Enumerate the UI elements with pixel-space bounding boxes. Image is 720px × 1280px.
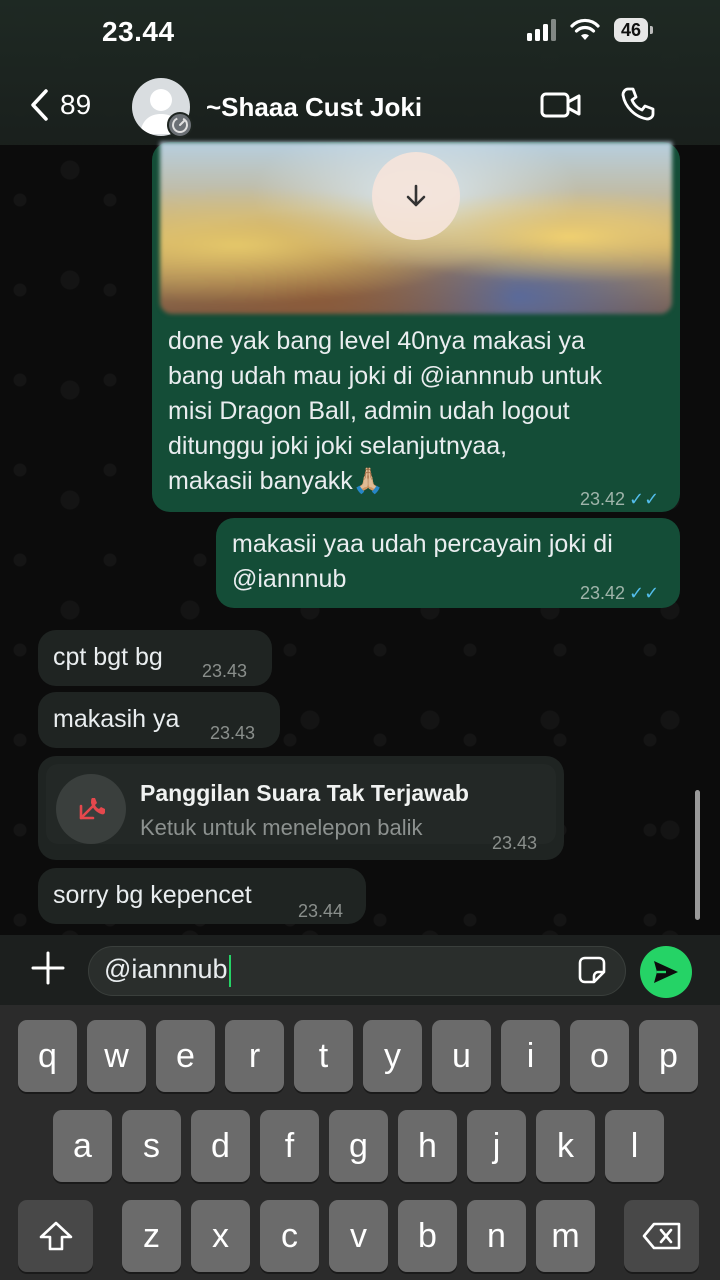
download-button[interactable] (372, 152, 460, 240)
message-bubble-incoming[interactable]: cpt bgt bg 23.43 (38, 630, 272, 686)
key-y[interactable]: y (363, 1020, 422, 1092)
contact-name[interactable]: ~Shaaa Cust Joki (206, 92, 422, 123)
key-h[interactable]: h (398, 1110, 457, 1182)
disappearing-timer-icon (167, 112, 193, 138)
key-u[interactable]: u (432, 1020, 491, 1092)
message-text-line: bang udah mau joki di @iannnub untuk (168, 362, 603, 390)
message-text-line: ditunggu joki joki selanjutnyaa, (168, 432, 508, 460)
backspace-key[interactable] (624, 1200, 699, 1272)
missed-call-title: Panggilan Suara Tak Terjawab (140, 780, 469, 806)
key-r[interactable]: r (225, 1020, 284, 1092)
key-a[interactable]: a (53, 1110, 112, 1182)
key-s[interactable]: s (122, 1110, 181, 1182)
message-text: cpt bgt bg (53, 643, 163, 671)
key-f[interactable]: f (260, 1110, 319, 1182)
unread-count: 89 (60, 89, 92, 120)
key-j[interactable]: j (467, 1110, 526, 1182)
phone-call-icon[interactable] (620, 86, 656, 122)
send-button[interactable] (640, 946, 692, 998)
key-w[interactable]: w (87, 1020, 146, 1092)
message-time: 23.42 ✓✓ (580, 482, 659, 517)
message-input-text[interactable]: @iannnub (104, 954, 231, 987)
key-m[interactable]: m (536, 1200, 595, 1272)
missed-call-icon (56, 774, 126, 844)
key-b[interactable]: b (398, 1200, 457, 1272)
message-bubble-outgoing-image[interactable]: done yak bang level 40nya makasi ya bang… (152, 142, 680, 512)
message-text-line: @iannnub (232, 565, 347, 593)
keyboard: q w e r t y u i o p a s d f g h j k l z … (0, 1005, 720, 1280)
message-text-line: makasii banyakk🙏🏼 (168, 467, 384, 495)
shift-key[interactable] (18, 1200, 93, 1272)
message-bubble-outgoing[interactable]: makasii yaa udah percayain joki di @iann… (216, 518, 680, 608)
message-text-line: makasii yaa udah percayain joki di (232, 530, 613, 558)
key-z[interactable]: z (122, 1200, 181, 1272)
key-l[interactable]: l (605, 1110, 664, 1182)
status-time: 23.44 (102, 16, 175, 47)
arrow-down-icon (406, 184, 426, 207)
key-q[interactable]: q (18, 1020, 77, 1092)
text-caret (228, 954, 231, 987)
key-n[interactable]: n (467, 1200, 526, 1272)
send-icon (654, 961, 678, 983)
read-ticks-icon: ✓✓ (629, 583, 660, 603)
key-p[interactable]: p (639, 1020, 698, 1092)
key-c[interactable]: c (260, 1200, 319, 1272)
video-call-icon[interactable] (540, 88, 582, 122)
key-x[interactable]: x (191, 1200, 250, 1272)
message-text: makasih ya (53, 705, 180, 733)
message-time: 23.43 (210, 723, 256, 743)
message-bubble-incoming[interactable]: makasih ya 23.43 (38, 692, 280, 748)
cellular-signal-icon (526, 19, 556, 41)
read-ticks-icon: ✓✓ (629, 489, 660, 509)
key-k[interactable]: k (536, 1110, 595, 1182)
key-g[interactable]: g (329, 1110, 388, 1182)
shift-icon (39, 1221, 72, 1251)
battery-indicator: 46 (613, 18, 654, 42)
message-time: 23.43 (202, 661, 248, 681)
key-e[interactable]: e (156, 1020, 215, 1092)
plus-icon[interactable] (30, 950, 66, 986)
message-time: 23.42 ✓✓ (580, 576, 659, 611)
message-text: sorry bg kepencet (53, 881, 252, 909)
message-text-line: misi Dragon Ball, admin udah logout (168, 397, 570, 425)
key-t[interactable]: t (294, 1020, 353, 1092)
key-i[interactable]: i (501, 1020, 560, 1092)
missed-call-bubble[interactable]: Panggilan Suara Tak Terjawab Ketuk untuk… (38, 756, 564, 860)
key-d[interactable]: d (191, 1110, 250, 1182)
status-icons: 46 (526, 18, 654, 42)
back-button[interactable]: 89 (28, 88, 91, 122)
wifi-icon (570, 18, 600, 40)
missed-call-subtitle: Ketuk untuk menelepon balik (140, 815, 423, 840)
chevron-left-icon (31, 89, 48, 121)
message-text-line: done yak bang level 40nya makasi ya (168, 327, 585, 355)
message-bubble-incoming[interactable]: sorry bg kepencet 23.44 (38, 868, 366, 924)
backspace-icon (642, 1222, 680, 1250)
message-time: 23.43 (492, 833, 538, 853)
key-v[interactable]: v (329, 1200, 388, 1272)
scrollbar[interactable] (695, 790, 700, 920)
key-o[interactable]: o (570, 1020, 629, 1092)
message-time: 23.44 (298, 901, 344, 921)
sticker-icon[interactable] (577, 955, 607, 985)
